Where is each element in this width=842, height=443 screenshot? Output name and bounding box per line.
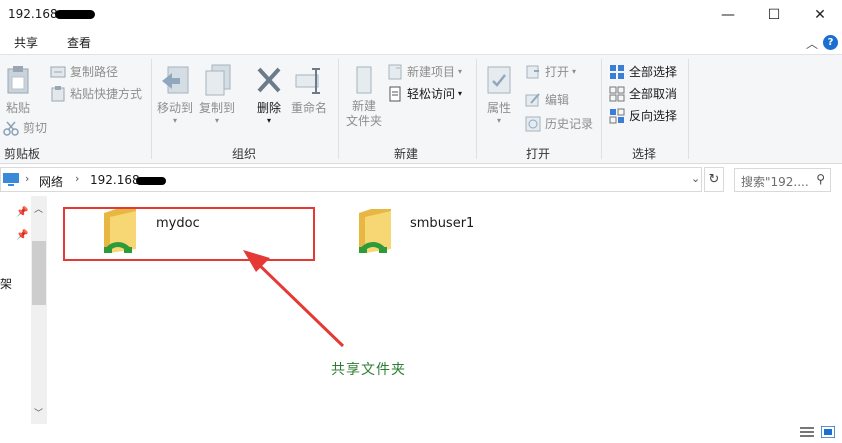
large-icons-view-icon[interactable] xyxy=(820,425,836,441)
details-view-icon[interactable] xyxy=(800,426,814,441)
annotation-label: 共享文件夹 xyxy=(331,362,406,378)
annotation-arrow xyxy=(243,250,345,348)
